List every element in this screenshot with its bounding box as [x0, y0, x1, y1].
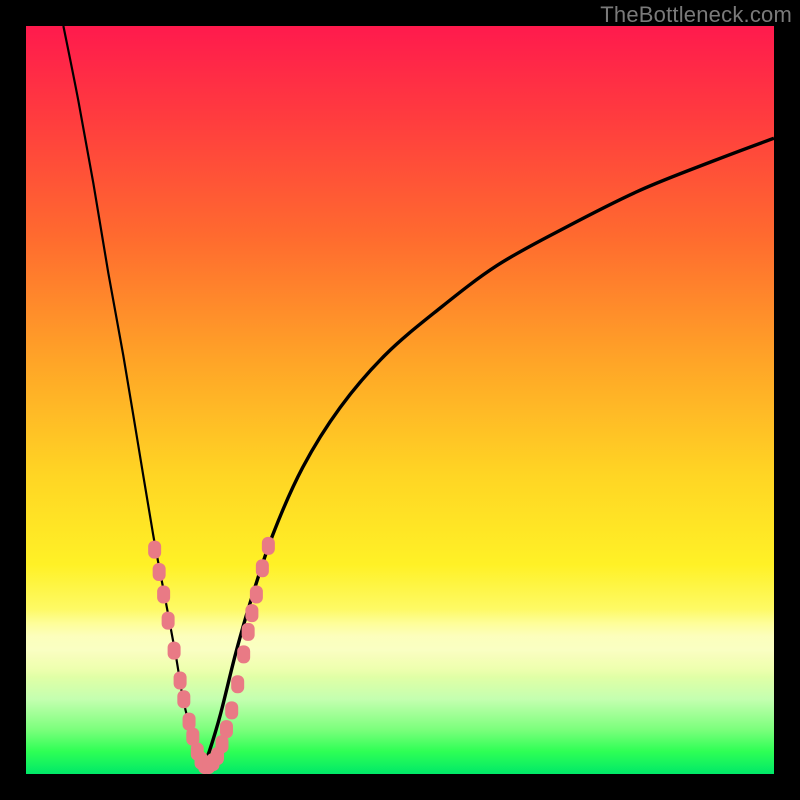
curve-left-branch [63, 26, 203, 767]
data-marker [225, 701, 238, 719]
data-marker [256, 559, 269, 577]
outer-frame: TheBottleneck.com [0, 0, 800, 800]
data-marker [148, 541, 161, 559]
data-marker [177, 690, 190, 708]
data-marker [231, 675, 244, 693]
data-marker [242, 623, 255, 641]
data-marker [162, 612, 175, 630]
curves-svg [26, 26, 774, 774]
data-marker [237, 645, 250, 663]
data-marker [153, 563, 166, 581]
data-marker [157, 585, 170, 603]
data-marker [262, 537, 275, 555]
data-marker [220, 720, 233, 738]
data-marker [250, 585, 263, 603]
data-marker [168, 642, 181, 660]
curve-right-branch [203, 138, 774, 766]
marker-group [148, 537, 275, 774]
watermark-text: TheBottleneck.com [600, 2, 792, 28]
plot-area [26, 26, 774, 774]
data-marker [174, 672, 187, 690]
data-marker [245, 604, 258, 622]
